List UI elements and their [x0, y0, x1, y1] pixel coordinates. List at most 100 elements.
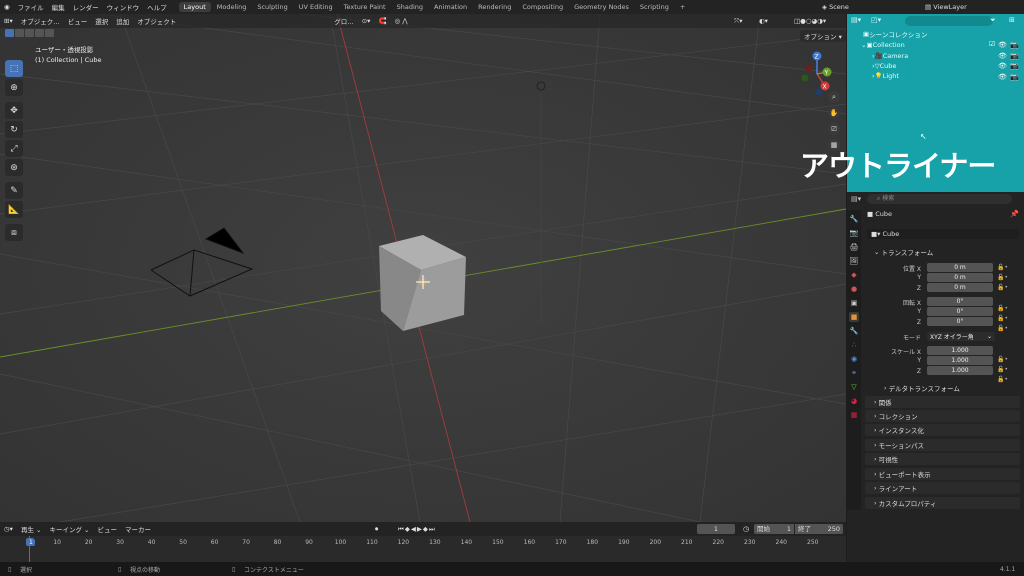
properties-editor-icon[interactable]: ▤▾ [851, 195, 861, 203]
tab-geometry-nodes[interactable]: Geometry Nodes [569, 2, 634, 12]
texture-tab-icon[interactable]: ▦ [849, 410, 859, 420]
view-layer-tab-icon[interactable]: 🖼 [849, 256, 859, 266]
material-tab-icon[interactable]: ◕ [849, 396, 859, 406]
particles-tab-icon[interactable]: ∴ [849, 340, 859, 350]
select-invert-icon[interactable] [35, 29, 44, 37]
tab-animation[interactable]: Animation [429, 2, 472, 12]
scale-tool-icon[interactable]: ⤢ [5, 140, 23, 157]
select-intersect-icon[interactable] [45, 29, 54, 37]
panel-custom-properties[interactable]: › カスタムプロパティ [865, 497, 1020, 509]
outliner-search-input[interactable] [905, 16, 993, 26]
panel-line-art[interactable]: › ラインアート [865, 482, 1020, 494]
physics-tab-icon[interactable]: ◉ [849, 354, 859, 364]
select-new-icon[interactable] [5, 29, 14, 37]
scale-z-field[interactable]: 1.000 [927, 366, 993, 375]
mode-selector[interactable]: オブジェク… [17, 15, 64, 27]
menu-object[interactable]: オブジェクト [133, 15, 180, 27]
new-collection-icon[interactable]: ⊞ [1009, 16, 1015, 24]
timeline-view-menu[interactable]: ビュー [93, 523, 121, 535]
options-dropdown[interactable]: オプション ▾ [800, 30, 846, 42]
tab-shading[interactable]: Shading [392, 2, 428, 12]
render-camera-icons[interactable]: 📷 📷 📷 📷 [1010, 40, 1019, 82]
end-frame-field[interactable]: 終了 250 [795, 524, 843, 534]
pin-icon[interactable]: 📌 [1010, 210, 1019, 218]
proportional-edit-icon[interactable]: ◎ ⋀ [391, 16, 412, 26]
scene-selector[interactable]: ◈ Scene [822, 3, 849, 11]
outliner-scene-collection[interactable]: ▣ シーンコレクション [863, 29, 927, 39]
constraints-tab-icon[interactable]: ⚭ [849, 368, 859, 378]
outliner-collection[interactable]: ⌄ ▣ Collection [861, 40, 905, 50]
tab-rendering[interactable]: Rendering [473, 2, 516, 12]
tab-sculpting[interactable]: Sculpting [252, 2, 292, 12]
select-extend-icon[interactable] [15, 29, 24, 37]
panel-instancing[interactable]: › インスタンス化 [865, 424, 1020, 436]
render-tab-icon[interactable]: 📷 [849, 228, 859, 238]
select-box-tool-icon[interactable]: ⬚ [5, 60, 23, 77]
properties-search-input[interactable]: ⌕ 検索 [867, 194, 1012, 204]
location-y-field[interactable]: 0 m [927, 273, 993, 282]
location-x-field[interactable]: 0 m [927, 263, 993, 272]
menu-render[interactable]: レンダー [69, 2, 103, 12]
rotation-mode-dropdown[interactable]: XYZ オイラー角 ⌄ [927, 332, 995, 341]
record-icon[interactable]: ⏺ [375, 525, 378, 534]
menu-window[interactable]: ウィンドウ [103, 2, 144, 12]
scale-y-field[interactable]: 1.000 [927, 356, 993, 365]
playback-menu[interactable]: 再生 ⌄ [17, 523, 46, 535]
pivot-icon[interactable]: ⊙▾ [358, 16, 375, 26]
tab-scripting[interactable]: Scripting [635, 2, 674, 12]
object-name-field[interactable]: ■▾ Cube [867, 229, 1019, 239]
panel-motion-paths[interactable]: › モーションパス [865, 439, 1020, 451]
display-mode-icon[interactable]: ◰▾ [871, 16, 881, 24]
move-tool-icon[interactable]: ✥ [5, 102, 23, 119]
overlay-toggle-icon[interactable]: ◐▾ [755, 16, 772, 26]
measure-tool-icon[interactable]: 📐 [5, 201, 23, 218]
delta-transform-header[interactable]: › デルタトランスフォーム [875, 382, 1020, 394]
transform-orientation[interactable]: グロ… [330, 15, 358, 27]
menu-select[interactable]: 選択 [91, 15, 112, 27]
snap-icon[interactable]: 🧲 [374, 16, 390, 26]
transform-tool-icon[interactable]: ⊛ [5, 159, 23, 176]
menu-help[interactable]: ヘルプ [143, 2, 171, 12]
outliner-item-camera[interactable]: › 🎥 Camera [872, 51, 908, 61]
scale-x-field[interactable]: 1.000 [927, 346, 993, 355]
cursor-tool-icon[interactable]: ⊕ [5, 79, 23, 96]
rotate-tool-icon[interactable]: ↻ [5, 121, 23, 138]
lock-icons[interactable]: 🔓• 🔓• 🔓• 🔓• 🔓• 🔓• 🔓• 🔓• 🔓• [997, 263, 1008, 385]
view-layer-selector[interactable]: ▤ ViewLayer [925, 3, 967, 11]
transform-panel-header[interactable]: ⌄ トランスフォーム [865, 246, 1020, 258]
keying-menu[interactable]: キーイング ⌄ [45, 523, 93, 535]
shading-mode-icons[interactable]: ◫●○◕◑▾ [790, 16, 830, 26]
timeline-editor-icon[interactable]: ◷▾ [0, 524, 17, 534]
marker-menu[interactable]: マーカー [121, 523, 155, 535]
panel-relations[interactable]: › 関係 [865, 396, 1020, 408]
current-frame-field[interactable]: 1 [697, 524, 735, 534]
annotate-tool-icon[interactable]: ✎ [5, 182, 23, 199]
add-workspace-icon[interactable]: + [675, 2, 690, 12]
start-frame-field[interactable]: 開始 1 [754, 524, 794, 534]
filter-icon[interactable]: ⏷ [990, 16, 996, 25]
tab-layout[interactable]: Layout [178, 2, 211, 12]
output-tab-icon[interactable]: 🖨 [849, 242, 859, 252]
rotation-z-field[interactable]: 0° [927, 317, 993, 326]
tab-texture-paint[interactable]: Texture Paint [339, 2, 391, 12]
add-cube-tool-icon[interactable]: ⧈ [5, 224, 23, 241]
camera-view-icon[interactable]: ⎚ [828, 123, 840, 135]
rotation-x-field[interactable]: 0° [927, 297, 993, 306]
tab-modeling[interactable]: Modeling [212, 2, 252, 12]
editor-type-icon[interactable]: ⊞▾ [0, 16, 17, 26]
outliner-item-cube[interactable]: › ▽ Cube [872, 61, 896, 71]
panel-visibility[interactable]: › 可視性 [865, 453, 1020, 465]
outliner-item-light[interactable]: › 💡 Light [872, 71, 899, 81]
scene-tab-icon[interactable]: ◆ [849, 270, 859, 280]
rotation-y-field[interactable]: 0° [927, 307, 993, 316]
menu-add[interactable]: 追加 [112, 15, 133, 27]
3d-viewport[interactable]: ⊞▾ オブジェク… ビュー 選択 追加 オブジェクト グロ… ⊙▾ 🧲 ◎ ⋀ … [0, 14, 846, 522]
outliner-editor-icon[interactable]: ▤▾ [851, 16, 861, 24]
object-tab-icon[interactable]: ■ [849, 312, 859, 322]
select-subtract-icon[interactable] [25, 29, 34, 37]
checkbox-icon[interactable]: ☑ [989, 40, 995, 48]
data-tab-icon[interactable]: ▽ [849, 382, 859, 392]
location-z-field[interactable]: 0 m [927, 283, 993, 292]
visibility-eye-icons[interactable]: 👁 👁 👁 👁 [998, 40, 1007, 82]
playback-controls-icons[interactable]: ⏮◆◀▶◆⏭ [398, 525, 436, 534]
